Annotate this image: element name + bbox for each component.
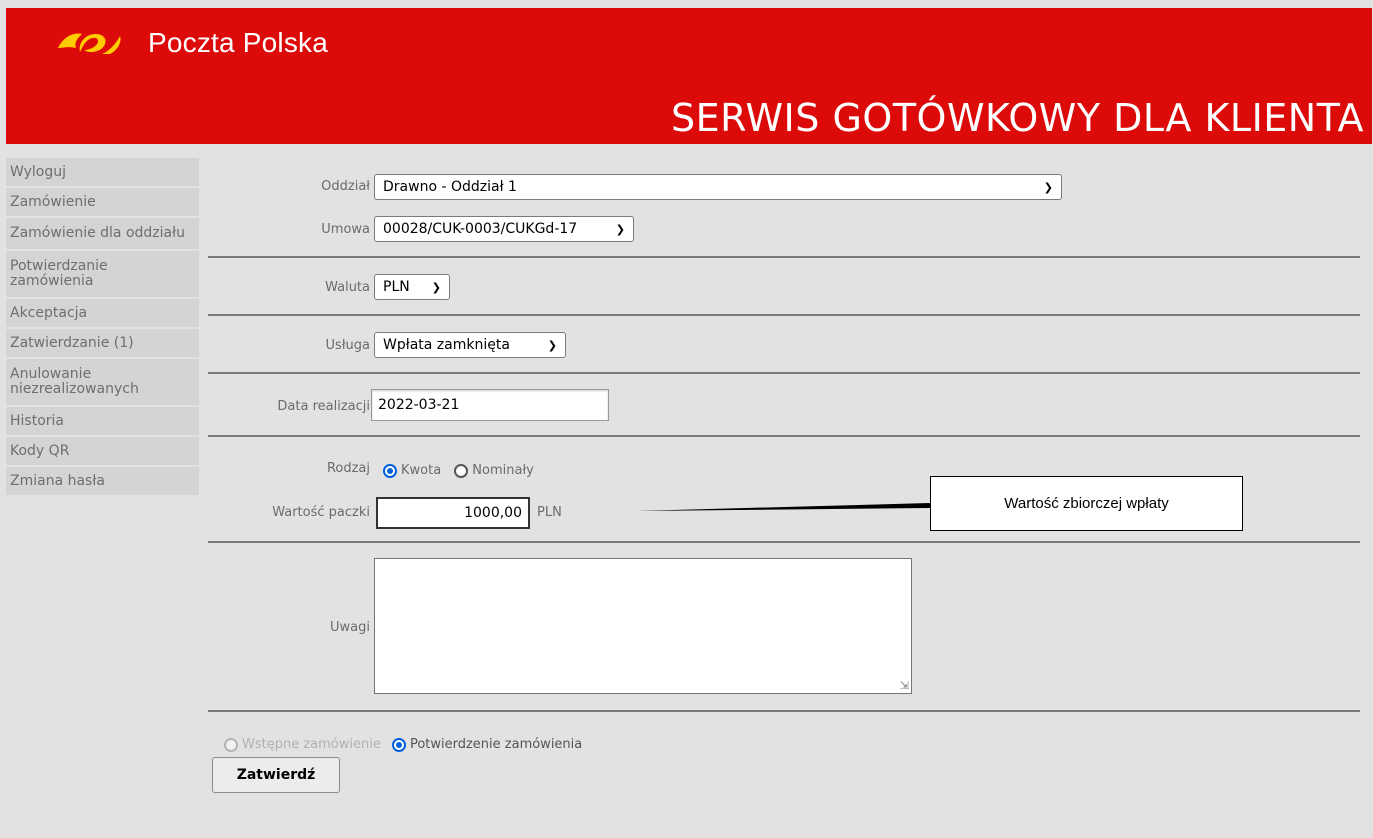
rodzaj-kwota-label: Kwota	[401, 463, 442, 478]
section-divider	[208, 314, 1360, 316]
oddzial-label: Oddział	[321, 179, 370, 194]
wstepne-zamowienie-label: Wstępne zamówienie	[242, 737, 381, 752]
umowa-select[interactable]: 00028/CUK-0003/CUKGd-17 ❯	[374, 216, 634, 242]
rodzaj-nominaly-option[interactable]: Nominały	[454, 460, 534, 479]
section-divider	[208, 710, 1360, 712]
page-title: SERWIS GOTÓWKOWY DLA KLIENTA	[670, 96, 1364, 140]
wstepne-zamowienie-option: Wstępne zamówienie	[224, 734, 386, 753]
section-divider	[208, 372, 1360, 374]
typ-zamowienia-radio-group: Wstępne zamówienie Potwierdzenie zamówie…	[224, 734, 582, 753]
brand-logo: Poczta Polska	[54, 26, 328, 60]
uwagi-label: Uwagi	[330, 620, 370, 635]
zatwierdz-button[interactable]: Zatwierdź	[212, 757, 340, 793]
rodzaj-nominaly-label: Nominały	[472, 463, 534, 478]
data-realizacji-input[interactable]: 2022-03-21	[371, 389, 609, 421]
chevron-down-icon: ❯	[431, 280, 441, 294]
section-divider	[208, 256, 1360, 258]
sidebar-item-anulowanie[interactable]: Anulowanie niezrealizowanych	[6, 359, 199, 407]
radio-button[interactable]	[391, 737, 406, 752]
radio-button[interactable]	[383, 463, 397, 478]
resize-handle-icon[interactable]: ⇲	[900, 680, 909, 691]
wartosc-paczki-label: Wartość paczki	[272, 505, 370, 520]
potwierdzenie-zamowienia-option[interactable]: Potwierdzenie zamówienia	[391, 734, 583, 753]
oddzial-select[interactable]: Drawno - Oddział 1 ❯	[374, 174, 1062, 200]
potwierdzenie-zamowienia-label: Potwierdzenie zamówienia	[409, 737, 583, 752]
sidebar-item-zamowienie-dla-oddzialu[interactable]: Zamówienie dla oddziału	[6, 218, 199, 251]
sidebar-item-zmiana-hasla[interactable]: Zmiana hasła	[6, 467, 199, 497]
data-realizacji-label: Data realizacji	[277, 399, 370, 414]
wartosc-paczki-input[interactable]: 1000,00	[376, 497, 530, 529]
callout-pointer	[636, 503, 930, 511]
radio-button	[224, 737, 238, 752]
oddzial-value: Drawno - Oddział 1	[383, 179, 517, 195]
sidebar-item-historia[interactable]: Historia	[6, 407, 199, 437]
brand-name: Poczta Polska	[148, 27, 329, 58]
chevron-down-icon: ❯	[1043, 180, 1053, 194]
radio-button[interactable]	[454, 463, 469, 478]
sidebar-item-zatwierdzanie[interactable]: Zatwierdzanie (1)	[6, 329, 199, 359]
sidebar-item-potwierdzanie-zamowienia[interactable]: Potwierdzanie zamówienia	[6, 251, 199, 299]
sidebar-item-kody-qr[interactable]: Kody QR	[6, 437, 199, 467]
uwagi-textarea[interactable]: ⇲	[374, 558, 912, 694]
waluta-select[interactable]: PLN ❯	[374, 274, 450, 300]
section-divider	[208, 541, 1360, 543]
sidebar-nav: Wyloguj Zamówienie Zamówienie dla oddzia…	[6, 158, 199, 497]
chevron-down-icon: ❯	[547, 338, 557, 352]
callout-annotation: Wartość zbiorczej wpłaty	[930, 476, 1243, 531]
usluga-select[interactable]: Wpłata zamknięta ❯	[374, 332, 566, 358]
waluta-label: Waluta	[325, 280, 370, 295]
waluta-value: PLN	[383, 279, 410, 295]
usluga-value: Wpłata zamknięta	[383, 337, 510, 353]
section-divider	[208, 435, 1360, 437]
rodzaj-kwota-option[interactable]: Kwota	[383, 460, 446, 479]
sidebar-item-wyloguj[interactable]: Wyloguj	[6, 158, 199, 188]
wartosc-paczki-unit: PLN	[537, 505, 562, 520]
usluga-label: Usługa	[325, 338, 370, 353]
app-header: Poczta Polska SERWIS GOTÓWKOWY DLA KLIEN…	[6, 8, 1372, 144]
rodzaj-label: Rodzaj	[326, 461, 370, 476]
poczta-polska-horn-icon	[58, 33, 121, 54]
umowa-value: 00028/CUK-0003/CUKGd-17	[383, 221, 578, 237]
rodzaj-radio-group: Kwota Nominały	[383, 460, 534, 479]
sidebar-item-akceptacja[interactable]: Akceptacja	[6, 299, 199, 329]
sidebar-item-zamowienie[interactable]: Zamówienie	[6, 188, 199, 218]
umowa-label: Umowa	[321, 222, 370, 237]
chevron-down-icon: ❯	[615, 222, 625, 236]
